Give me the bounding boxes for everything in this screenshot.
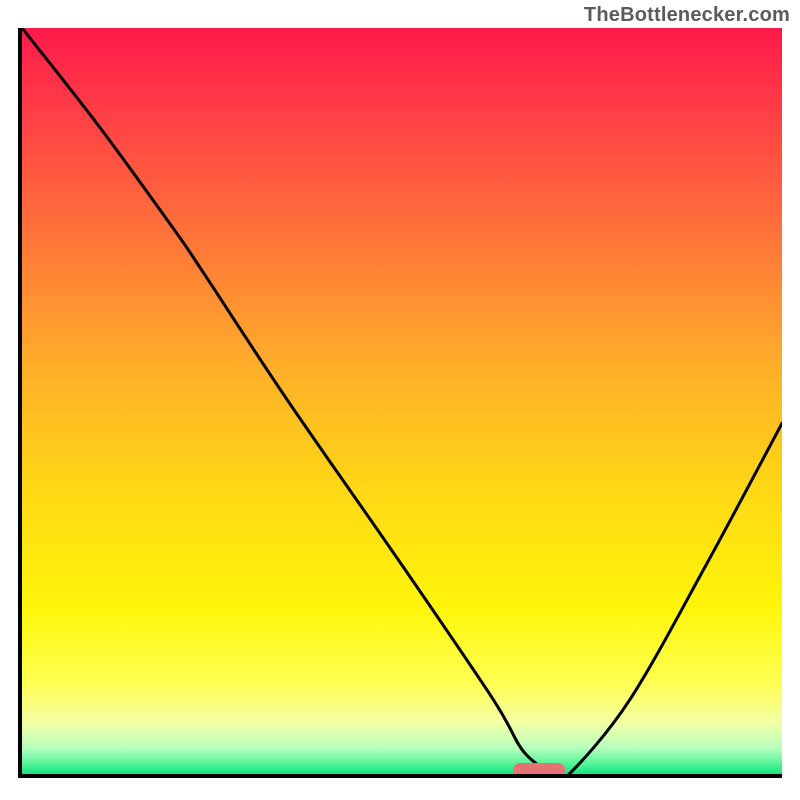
chart-background-gradient (22, 28, 782, 774)
watermark-text: TheBottlenecker.com (584, 4, 790, 27)
chart-stage: TheBottlenecker.com (0, 0, 800, 800)
chart-plot-area (18, 28, 782, 778)
